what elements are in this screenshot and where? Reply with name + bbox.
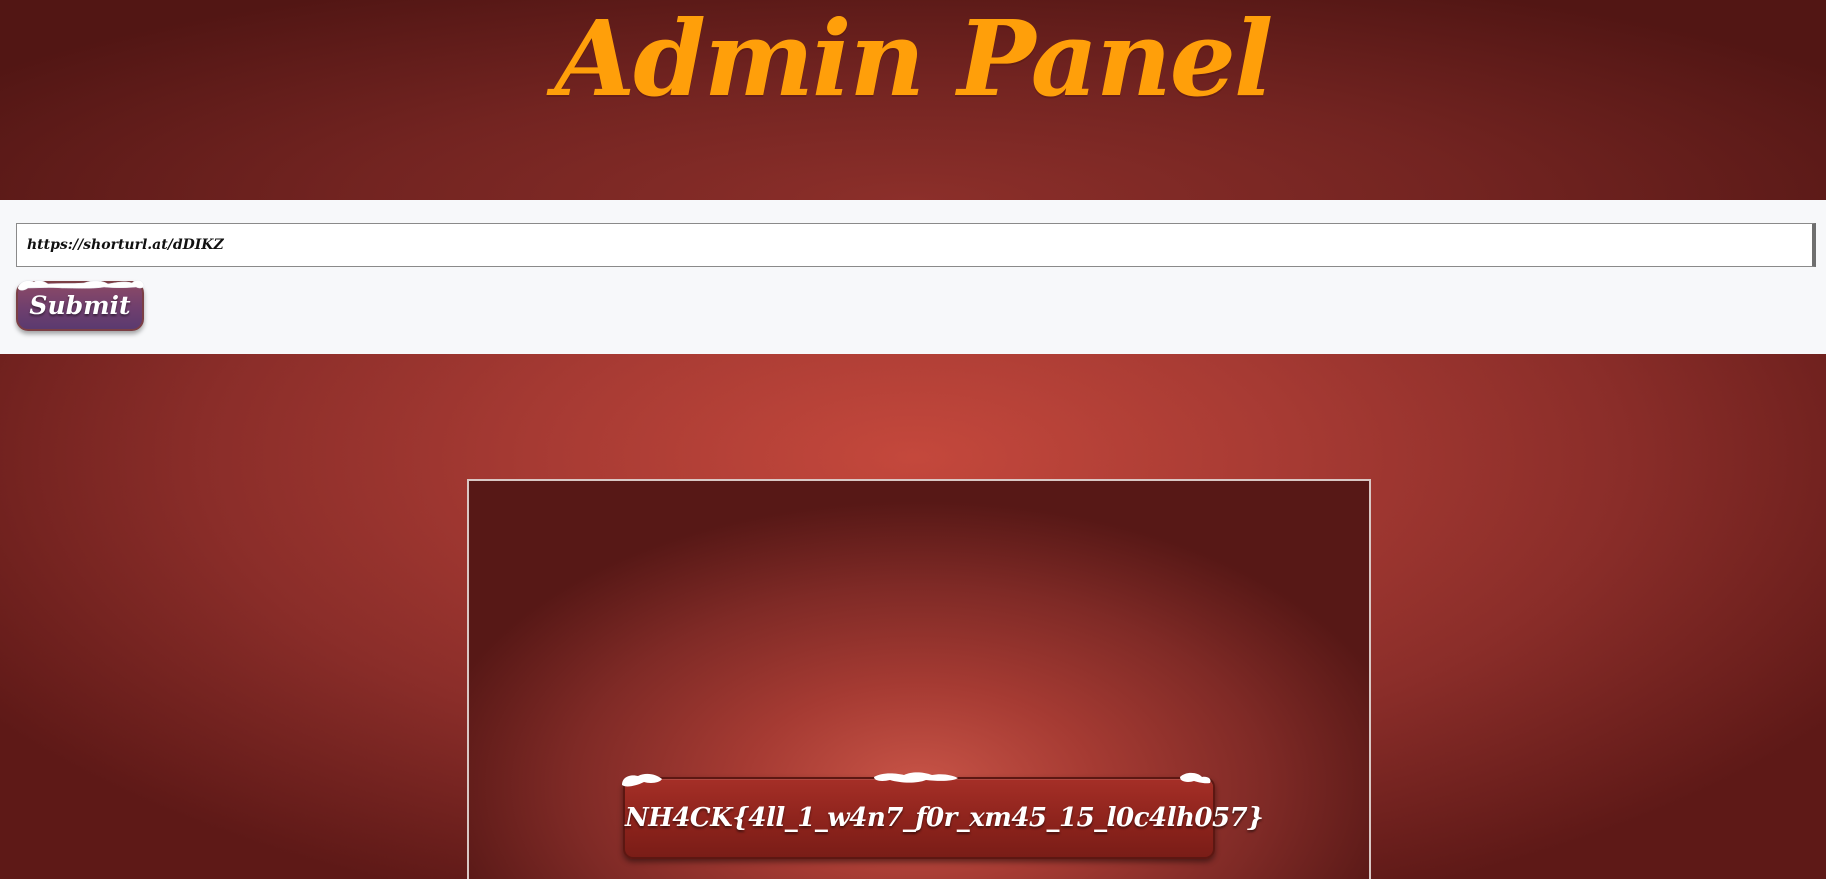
page-title: Admin Panel — [554, 0, 1274, 120]
flag-banner: NH4CK{4ll_1_w4n7_f0r_xm45_15_l0c4lh057} — [623, 777, 1264, 859]
url-form: Submit — [0, 200, 1826, 354]
submit-button[interactable]: Submit — [16, 281, 144, 331]
flag-text: NH4CK{4ll_1_w4n7_f0r_xm45_15_l0c4lh057} — [625, 803, 1264, 833]
page-header: Admin Panel — [0, 0, 1826, 200]
url-input[interactable] — [16, 223, 1816, 267]
